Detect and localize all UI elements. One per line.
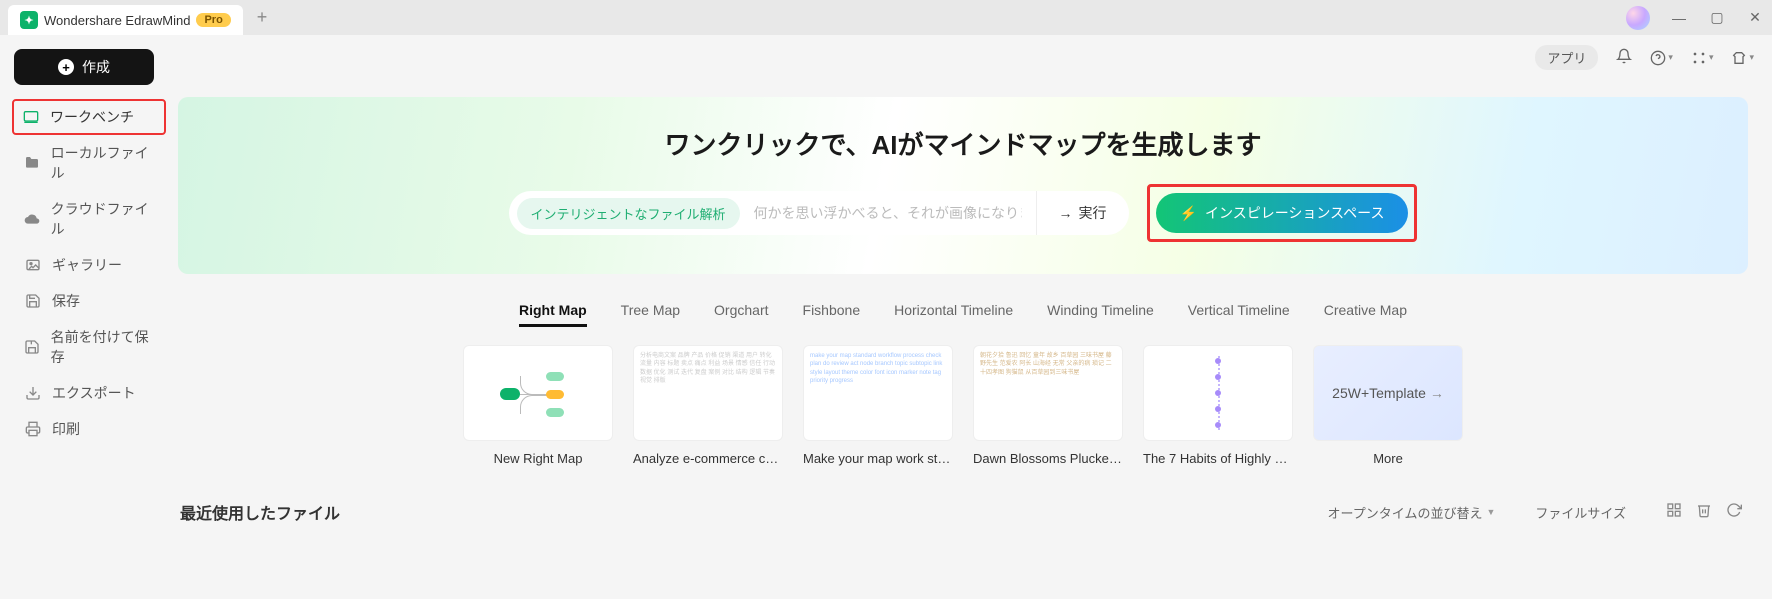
new-tab-button[interactable]: + (257, 7, 268, 28)
template-tab[interactable]: Right Map (519, 302, 587, 327)
sidebar-item-2[interactable]: クラウドファイル (14, 191, 164, 247)
minimize-button[interactable]: — (1670, 10, 1688, 26)
account-orb-icon[interactable] (1626, 6, 1650, 30)
template-row: New Right Map 分析电商文案 品牌 产品 价格 促销 渠道 用户 转化… (178, 345, 1748, 466)
grid-menu[interactable]: ▾ (1691, 50, 1714, 66)
app-chip[interactable]: アプリ (1535, 45, 1598, 70)
window-controls: — ▢ ✕ (1626, 6, 1764, 30)
sidebar-item-label: ギャラリー (52, 255, 122, 275)
template-label: New Right Map (463, 451, 613, 466)
template-tab[interactable]: Winding Timeline (1047, 302, 1154, 327)
template-card[interactable]: 朝花夕拾 鲁迅 回忆 童年 故乡 百草园 三味书屋 藤野先生 范爱农 阿长 山海… (973, 345, 1123, 466)
exec-label: 実行 (1079, 203, 1107, 223)
sidebar-item-label: ローカルファイル (51, 143, 154, 183)
sidebar-item-label: クラウドファイル (51, 199, 154, 239)
template-label: Make your map work stan... (803, 451, 953, 466)
inspiration-highlight: ⚡ インスピレーションスペース (1147, 184, 1418, 242)
template-label: More (1313, 451, 1463, 466)
app-name: Wondershare EdrawMind (44, 13, 190, 28)
sidebar-item-4[interactable]: 保存 (14, 283, 164, 319)
sort-dropdown[interactable]: オープンタイムの並び替え ▼ (1327, 503, 1495, 522)
recent-files-bar: 最近使用したファイル オープンタイムの並び替え ▼ ファイルサイズ (178, 500, 1748, 524)
sidebar-item-label: 印刷 (52, 419, 80, 439)
sidebar: + 作成 ワークベンチローカルファイルクラウドファイルギャラリー保存名前を付けて… (0, 35, 178, 599)
main-area: アプリ ▾ ▾ ▾ ワンクリックで、AIがマインドマップを生成します イ (178, 35, 1772, 599)
template-card[interactable]: make your map standard workflow process … (803, 345, 953, 466)
arrow-right-icon: → (1430, 385, 1444, 401)
refresh-icon[interactable] (1726, 502, 1742, 523)
template-card[interactable]: 分析电商文案 品牌 产品 价格 促销 渠道 用户 转化 流量 内容 标题 卖点 … (633, 345, 783, 466)
sidebar-item-label: エクスポート (52, 383, 136, 403)
trash-icon[interactable] (1696, 502, 1712, 523)
create-label: 作成 (82, 57, 110, 77)
save-icon (24, 292, 42, 310)
help-menu[interactable]: ▾ (1650, 50, 1673, 66)
plus-circle-icon: + (58, 59, 74, 75)
recent-title: 最近使用したファイル (180, 500, 340, 524)
sidebar-item-3[interactable]: ギャラリー (14, 247, 164, 283)
export-icon (24, 384, 42, 402)
template-label: The 7 Habits of Highly Effe... (1143, 451, 1293, 466)
create-button[interactable]: + 作成 (14, 49, 154, 85)
close-button[interactable]: ✕ (1746, 9, 1764, 26)
template-tab[interactable]: Orgchart (714, 302, 768, 327)
sidebar-item-label: 名前を付けて保存 (51, 327, 154, 367)
intelligent-chip[interactable]: インテリジェントなファイル解析 (517, 198, 740, 229)
template-tab[interactable]: Horizontal Timeline (894, 302, 1013, 327)
template-card[interactable]: New Right Map (463, 345, 613, 466)
template-thumb (1143, 345, 1293, 441)
template-thumb: make your map standard workflow process … (803, 345, 953, 441)
template-tab[interactable]: Fishbone (803, 302, 861, 327)
app-logo-icon: ✦ (20, 11, 38, 29)
cloud-icon (24, 210, 41, 228)
template-tab[interactable]: Creative Map (1324, 302, 1407, 327)
sidebar-item-1[interactable]: ローカルファイル (14, 135, 164, 191)
template-card[interactable]: The 7 Habits of Highly Effe... (1143, 345, 1293, 466)
monitor-icon (22, 108, 40, 126)
image-icon (24, 256, 42, 274)
grid-view-icon[interactable] (1666, 502, 1682, 523)
template-thumb (463, 345, 613, 441)
bell-icon[interactable] (1616, 48, 1632, 68)
hero-title: ワンクリックで、AIがマインドマップを生成します (178, 125, 1748, 162)
sidebar-item-0[interactable]: ワークベンチ (12, 99, 166, 135)
arrow-right-icon: → (1059, 205, 1073, 221)
maximize-button[interactable]: ▢ (1708, 9, 1726, 26)
sidebar-item-label: ワークベンチ (50, 107, 134, 127)
inspiration-label: インスピレーションスペース (1205, 203, 1384, 223)
template-more[interactable]: 25W+Template → More (1313, 345, 1463, 466)
template-thumb: 25W+Template → (1313, 345, 1463, 441)
folder-icon (24, 154, 41, 172)
template-tabs: Right Map Tree Map Orgchart Fishbone Horizon… (178, 302, 1748, 327)
print-icon (24, 420, 42, 438)
pro-badge: Pro (196, 13, 230, 27)
template-thumb: 朝花夕拾 鲁迅 回忆 童年 故乡 百草园 三味书屋 藤野先生 范爱农 阿长 山海… (973, 345, 1123, 441)
ai-hero-banner: ワンクリックで、AIがマインドマップを生成します インテリジェントなファイル解析… (178, 97, 1748, 274)
save-as-icon (24, 338, 41, 356)
top-icon-row: アプリ ▾ ▾ ▾ (1535, 45, 1754, 70)
sidebar-item-7[interactable]: 印刷 (14, 411, 164, 447)
inspiration-button[interactable]: ⚡ インスピレーションスペース (1156, 193, 1409, 233)
execute-button[interactable]: → 実行 (1036, 191, 1129, 235)
template-label: Analyze e-commerce copy... (633, 451, 783, 466)
sidebar-item-6[interactable]: エクスポート (14, 375, 164, 411)
bolt-icon: ⚡ (1180, 205, 1197, 222)
sort-label: オープンタイムの並び替え (1327, 503, 1482, 522)
template-label: Dawn Blossoms Plucked at... (973, 451, 1123, 466)
titlebar: ✦ Wondershare EdrawMind Pro + — ▢ ✕ (0, 0, 1772, 35)
chevron-down-icon: ▼ (1486, 507, 1495, 517)
template-tab[interactable]: Vertical Timeline (1188, 302, 1290, 327)
filesize-dropdown[interactable]: ファイルサイズ (1535, 503, 1626, 522)
template-tab[interactable]: Tree Map (621, 302, 680, 327)
app-tab[interactable]: ✦ Wondershare EdrawMind Pro (8, 5, 243, 35)
sidebar-item-5[interactable]: 名前を付けて保存 (14, 319, 164, 375)
shirt-menu[interactable]: ▾ (1731, 50, 1754, 66)
more-text: 25W+Template → (1332, 385, 1444, 401)
filesize-label: ファイルサイズ (1535, 503, 1626, 522)
template-thumb: 分析电商文案 品牌 产品 价格 促销 渠道 用户 转化 流量 内容 标题 卖点 … (633, 345, 783, 441)
sidebar-item-label: 保存 (52, 291, 80, 311)
ai-prompt-bar: インテリジェントなファイル解析 → 実行 (509, 191, 1129, 235)
ai-prompt-input[interactable] (740, 205, 1036, 221)
